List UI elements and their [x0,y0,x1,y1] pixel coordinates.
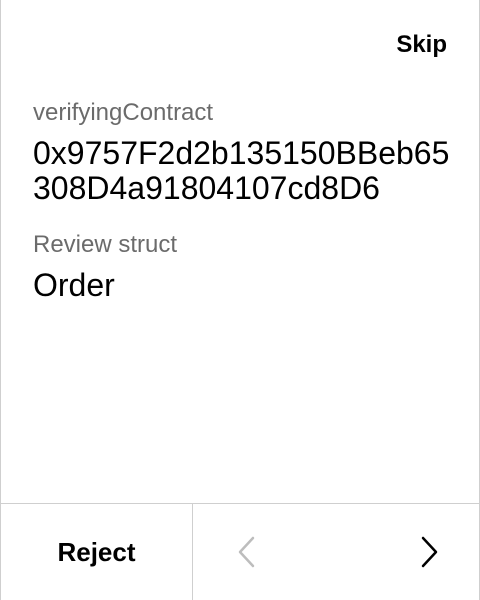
reject-button[interactable]: Reject [1,504,193,600]
chevron-left-icon [238,536,255,568]
field-review-struct: Review struct Order [33,230,455,303]
content-area: verifyingContract 0x9757F2d2b135150BBeb6… [33,98,455,303]
chevron-right-icon [421,536,438,568]
field-label: Review struct [33,231,178,258]
field-value: 0x9757F2d2b135150BBeb65308D4a91804107cd8… [33,135,450,206]
field-verifying-contract: verifyingContract 0x9757F2d2b135150BBeb6… [33,98,455,206]
skip-button[interactable]: Skip [396,31,447,60]
next-button[interactable] [389,504,469,600]
field-value: Order [33,267,115,303]
previous-button[interactable] [207,504,287,600]
footer-bar: Reject [1,503,479,600]
field-label: verifyingContract [33,99,214,126]
navigation-controls [193,504,479,600]
review-screen: Skip verifyingContract 0x9757F2d2b135150… [0,0,480,600]
